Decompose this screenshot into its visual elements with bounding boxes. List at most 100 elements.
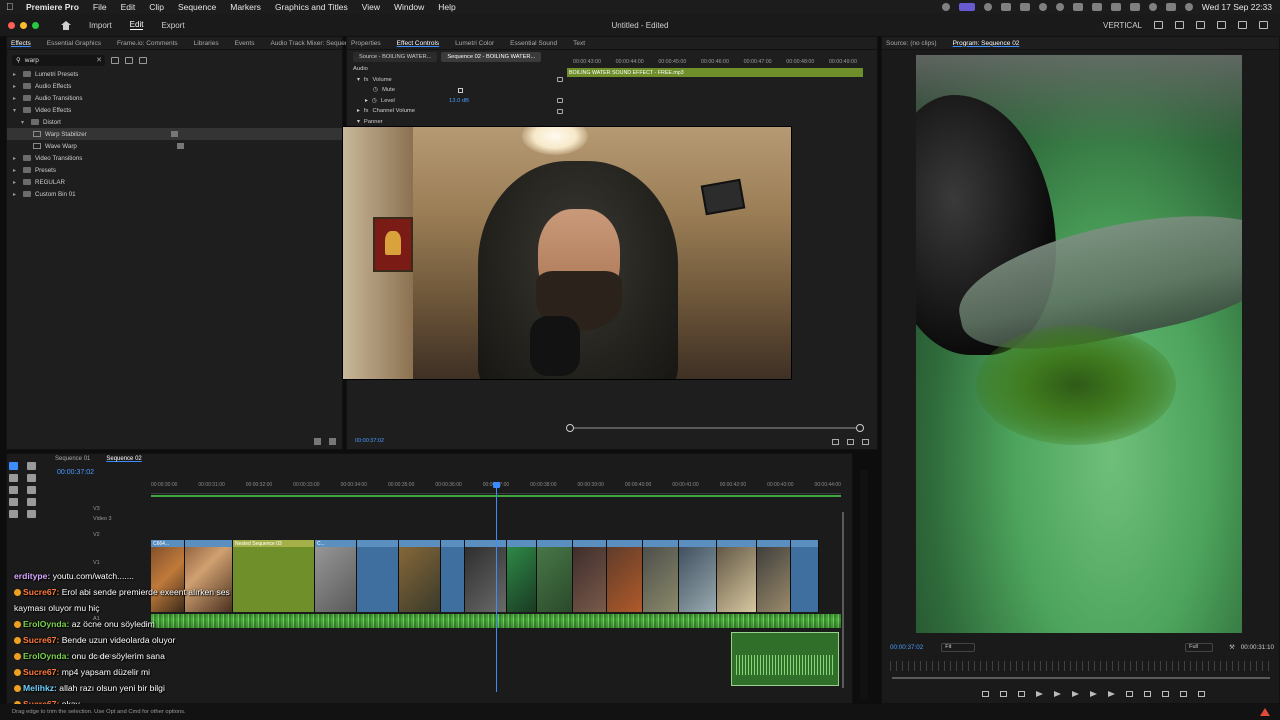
tree-item-regular[interactable]: ▸ REGULAR	[13, 176, 342, 188]
menu-markers[interactable]: Markers	[230, 2, 261, 12]
play-audio-icon[interactable]	[847, 439, 854, 445]
tab-lumetri-color[interactable]: Lumetri Color	[455, 40, 494, 47]
go-to-in-icon[interactable]	[1036, 691, 1043, 697]
razor-tool-icon[interactable]	[27, 474, 36, 482]
tree-item-wave-warp[interactable]: Wave Warp	[13, 140, 342, 152]
tree-item-warp-stabilizer[interactable]: Warp Stabilizer	[7, 128, 342, 140]
yuv-effects-icon[interactable]	[139, 56, 147, 64]
timeline-playhead[interactable]	[493, 482, 500, 692]
menu-app-name[interactable]: Premiere Pro	[26, 2, 79, 12]
chevron-down-icon[interactable]: ▾	[357, 119, 360, 125]
menubar-clock[interactable]: Wed 17 Sep 22:33	[1202, 2, 1272, 12]
fullscreen-icon[interactable]	[1259, 21, 1268, 29]
vertical-type-tool-icon[interactable]	[27, 510, 36, 518]
video-clip[interactable]	[465, 540, 507, 612]
accelerated-effects-icon[interactable]	[111, 56, 119, 64]
video-clip[interactable]	[607, 540, 643, 612]
record-icon[interactable]	[1000, 3, 1011, 11]
tree-item-distort[interactable]: ▾ Distort	[13, 116, 342, 128]
tab-effects[interactable]: Effects	[11, 40, 31, 47]
wifi-icon[interactable]	[1129, 3, 1140, 11]
mute-checkbox[interactable]	[458, 87, 463, 93]
chevron-right-icon[interactable]: ▸	[13, 71, 19, 78]
chevron-right-icon[interactable]: ▸	[365, 98, 368, 104]
channel-volume-row[interactable]: ▸ fx Channel Volume	[353, 106, 569, 117]
playback-resolution-select[interactable]: Full	[1185, 642, 1214, 652]
video-clip[interactable]	[573, 540, 607, 612]
chevron-down-icon[interactable]: ▾	[21, 119, 27, 126]
tab-text[interactable]: Text	[573, 40, 585, 47]
tab-essential-graphics[interactable]: Essential Graphics	[47, 40, 101, 47]
tab-export[interactable]: Export	[161, 21, 184, 30]
video-clip[interactable]	[441, 540, 465, 612]
zoom-fit-select[interactable]: Fit	[941, 642, 976, 652]
control-center-icon[interactable]	[1165, 3, 1176, 11]
timeline-vertical-scrollbar[interactable]	[842, 512, 844, 688]
mark-out-icon[interactable]	[1018, 691, 1025, 697]
export-icon[interactable]	[862, 439, 869, 445]
track-select-tool-icon[interactable]	[27, 462, 36, 470]
tree-item-presets[interactable]: ▸ Presets	[13, 164, 342, 176]
menu-file[interactable]: File	[93, 2, 107, 12]
menu-help[interactable]: Help	[438, 2, 455, 12]
tab-sequence-02[interactable]: Sequence 02	[106, 456, 141, 462]
go-to-out-icon[interactable]	[1108, 691, 1115, 697]
tab-source-monitor[interactable]: Source: (no clips)	[886, 40, 937, 47]
tree-item-audio-transitions[interactable]: ▸ Audio Transitions	[13, 92, 342, 104]
fx-badge-icon[interactable]: fx	[364, 77, 369, 83]
bluetooth-icon[interactable]	[1091, 3, 1102, 11]
menu-graphics-titles[interactable]: Graphics and Titles	[275, 2, 348, 12]
chevron-down-icon[interactable]: ▾	[357, 77, 360, 83]
program-time-ruler[interactable]	[890, 661, 1274, 671]
chevron-right-icon[interactable]: ▸	[13, 179, 19, 186]
chevron-right-icon[interactable]: ▸	[13, 191, 19, 198]
chevron-right-icon[interactable]: ▸	[13, 155, 19, 162]
close-window-icon[interactable]	[8, 21, 15, 29]
app-menu-icon[interactable]	[1217, 21, 1226, 29]
level-value[interactable]: 13.0 dB	[449, 98, 469, 104]
chevron-right-icon[interactable]: ▸	[13, 95, 19, 102]
video-clip[interactable]	[643, 540, 679, 612]
tab-program-monitor[interactable]: Program: Sequence 02	[953, 40, 1020, 47]
sequence-clip-tab[interactable]: Sequence 02 - BOILING WATER...	[441, 52, 542, 62]
step-forward-icon[interactable]	[1090, 691, 1097, 697]
effect-controls-zoom-scrollbar[interactable]	[566, 424, 864, 432]
video-clip[interactable]	[537, 540, 573, 612]
ripple-edit-tool-icon[interactable]	[9, 474, 18, 482]
tree-item-audio-effects[interactable]: ▸ Audio Effects	[13, 80, 342, 92]
effect-controls-clip-bar[interactable]: BOILING WATER SOUND EFFECT - FREE.mp3	[567, 68, 863, 77]
hand-tool-icon[interactable]	[27, 498, 36, 506]
extract-icon[interactable]	[1144, 691, 1151, 697]
add-marker-icon[interactable]	[982, 691, 989, 697]
tab-frameio-comments[interactable]: Frame.io: Comments	[117, 40, 178, 47]
quick-export-icon[interactable]	[1175, 21, 1184, 29]
stopwatch-icon[interactable]: ◷	[373, 87, 378, 93]
battery-icon[interactable]	[1110, 3, 1121, 11]
clear-search-icon[interactable]: ✕	[96, 56, 102, 64]
type-tool-icon[interactable]	[9, 510, 18, 518]
volume-row[interactable]: ▾ fx Volume	[353, 75, 569, 86]
tab-import[interactable]: Import	[89, 21, 112, 30]
export-frame-icon[interactable]	[1162, 691, 1169, 697]
video-clip[interactable]	[679, 540, 717, 612]
reset-icon[interactable]	[557, 108, 563, 114]
stopwatch-icon[interactable]: ◷	[372, 98, 377, 104]
mark-in-icon[interactable]	[1000, 691, 1007, 697]
track-v3-label[interactable]: V3	[93, 506, 100, 512]
apple-icon[interactable]: 	[6, 2, 16, 13]
zoom-window-icon[interactable]	[32, 21, 39, 29]
tab-essential-sound[interactable]: Essential Sound	[510, 40, 557, 47]
tree-item-custom-bin[interactable]: ▸ Custom Bin 01	[13, 188, 342, 200]
tab-effect-controls[interactable]: Effect Controls	[397, 40, 440, 47]
32bit-effects-icon[interactable]	[125, 56, 133, 64]
program-video-frame[interactable]	[916, 55, 1242, 633]
video-clip[interactable]	[399, 540, 441, 612]
minimize-window-icon[interactable]	[20, 21, 27, 29]
siri-icon[interactable]	[1184, 3, 1193, 11]
tree-item-video-effects[interactable]: ▾ Video Effects	[13, 104, 342, 116]
menu-edit[interactable]: Edit	[121, 2, 136, 12]
selection-tool-icon[interactable]	[9, 462, 18, 470]
reset-icon[interactable]	[557, 77, 563, 83]
search-help-icon[interactable]	[1238, 21, 1247, 29]
filter-icon[interactable]	[832, 439, 839, 445]
